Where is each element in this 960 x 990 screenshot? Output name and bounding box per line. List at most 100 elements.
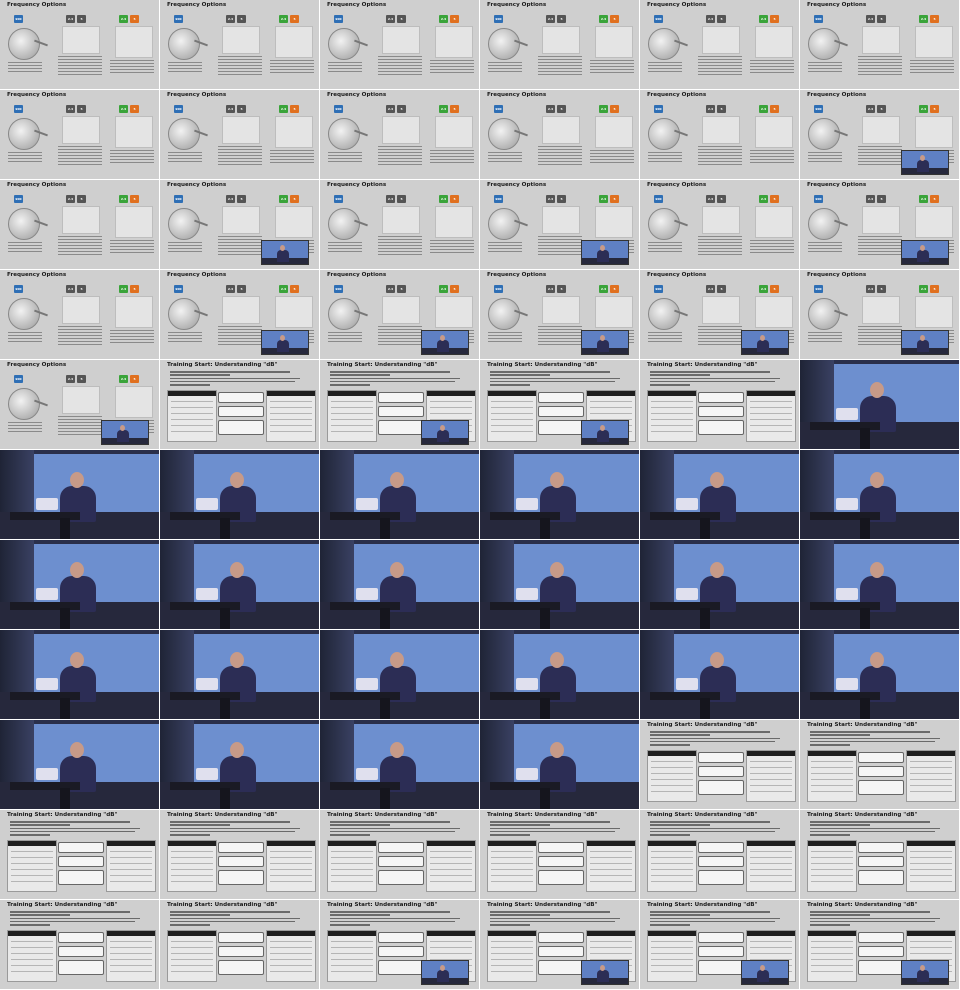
db-slide-thumbnail[interactable]: Training Start: Understanding "dB" (480, 360, 639, 449)
video-frame-thumbnail[interactable] (800, 360, 959, 449)
db-slide-thumbnail[interactable]: Training Start: Understanding "dB" (480, 900, 639, 989)
band-badge: 5 (557, 195, 566, 203)
video-frame-thumbnail[interactable] (640, 540, 799, 629)
db-slide-thumbnail[interactable]: Training Start: Understanding "dB" (160, 360, 319, 449)
frequency-slide-thumbnail[interactable]: Frequency Options 900 2.4 5 2.4 5 (640, 90, 799, 179)
frequency-slide-thumbnail[interactable]: Frequency Options 900 2.4 5 2.4 5 (0, 270, 159, 359)
podium-stand (220, 698, 230, 719)
video-frame-thumbnail[interactable] (480, 540, 639, 629)
frequency-slide-thumbnail[interactable]: Frequency Options 900 2.4 5 2.4 5 (480, 270, 639, 359)
db-table (746, 840, 796, 892)
band-badge: 5 (877, 195, 886, 203)
band-badge: 2.4 (759, 195, 768, 203)
video-frame-thumbnail[interactable] (160, 630, 319, 719)
frequency-slide-thumbnail[interactable]: Frequency Options 900 2.4 5 2.4 5 (800, 90, 959, 179)
frequency-slide-thumbnail[interactable]: Frequency Options 900 2.4 5 2.4 5 (640, 270, 799, 359)
frequency-slide-thumbnail[interactable]: Frequency Options 900 2.4 5 2.4 5 (640, 0, 799, 89)
frequency-slide-thumbnail[interactable]: Frequency Options 900 2.4 5 2.4 5 (0, 0, 159, 89)
video-frame-thumbnail[interactable] (800, 450, 959, 539)
frequency-slide-thumbnail[interactable]: Frequency Options 900 2.4 5 2.4 5 (480, 0, 639, 89)
frequency-slide-thumbnail[interactable]: Frequency Options 900 2.4 5 2.4 5 (160, 0, 319, 89)
video-frame-thumbnail[interactable] (0, 540, 159, 629)
video-frame-thumbnail[interactable] (320, 450, 479, 539)
frequency-slide-thumbnail[interactable]: Frequency Options 900 2.4 5 2.4 5 (0, 90, 159, 179)
band-badge: 2.4 (279, 15, 288, 23)
slide-title: Training Start: Understanding "dB" (807, 812, 918, 818)
frequency-slide-thumbnail[interactable]: Frequency Options 900 2.4 5 2.4 5 (160, 90, 319, 179)
band-badge: 2.4 (866, 285, 875, 293)
callout-box (858, 856, 904, 867)
db-slide-thumbnail[interactable]: Training Start: Understanding "dB" (640, 720, 799, 809)
video-frame-thumbnail[interactable] (800, 540, 959, 629)
radio-device-icon (62, 116, 100, 144)
text-block (110, 240, 154, 255)
db-slide-thumbnail[interactable]: Training Start: Understanding "dB" (320, 360, 479, 449)
frequency-slide-thumbnail[interactable]: Frequency Options 900 2.4 5 2.4 5 (320, 0, 479, 89)
presenter-inset (901, 240, 949, 265)
db-slide-thumbnail[interactable]: Training Start: Understanding "dB" (320, 900, 479, 989)
frequency-slide-thumbnail[interactable]: Frequency Options 900 2.4 5 2.4 5 (800, 180, 959, 269)
frequency-slide-thumbnail[interactable]: Frequency Options 900 2.4 5 2.4 5 (480, 180, 639, 269)
db-slide-thumbnail[interactable]: Training Start: Understanding "dB" (160, 810, 319, 899)
frequency-slide-thumbnail[interactable]: Frequency Options 900 2.4 5 2.4 5 (640, 180, 799, 269)
video-frame-thumbnail[interactable] (0, 450, 159, 539)
db-slide-thumbnail[interactable]: Training Start: Understanding "dB" (800, 720, 959, 809)
dish-antenna-icon (328, 298, 360, 330)
slide-title: Training Start: Understanding "dB" (647, 902, 758, 908)
video-frame-thumbnail[interactable] (480, 450, 639, 539)
video-frame-thumbnail[interactable] (0, 720, 159, 809)
video-frame-thumbnail[interactable] (160, 540, 319, 629)
video-frame-thumbnail[interactable] (160, 720, 319, 809)
presenter-inset (421, 420, 469, 445)
frequency-slide-thumbnail[interactable]: Frequency Options 900 2.4 5 2.4 5 (160, 270, 319, 359)
band-badge: 5 (557, 105, 566, 113)
frequency-slide-thumbnail[interactable]: Frequency Options 900 2.4 5 2.4 5 (800, 270, 959, 359)
dish-antenna-icon (808, 298, 840, 330)
db-slide-thumbnail[interactable]: Training Start: Understanding "dB" (640, 900, 799, 989)
band-badge: 2.4 (919, 285, 928, 293)
db-slide-thumbnail[interactable]: Training Start: Understanding "dB" (0, 810, 159, 899)
db-slide-thumbnail[interactable]: Training Start: Understanding "dB" (480, 810, 639, 899)
bullet-text (10, 821, 150, 837)
dish-antenna-icon (808, 118, 840, 150)
video-frame-thumbnail[interactable] (0, 630, 159, 719)
text-block (328, 332, 362, 344)
frequency-slide-thumbnail[interactable]: Frequency Options 900 2.4 5 2.4 5 (320, 180, 479, 269)
band-badge: 2.4 (279, 105, 288, 113)
callout-box (58, 856, 104, 867)
video-frame-thumbnail[interactable] (800, 630, 959, 719)
frequency-slide-thumbnail[interactable]: Frequency Options 900 2.4 5 2.4 5 (320, 270, 479, 359)
video-frame-thumbnail[interactable] (160, 450, 319, 539)
video-frame-thumbnail[interactable] (640, 630, 799, 719)
frequency-slide-thumbnail[interactable]: Frequency Options 900 2.4 5 2.4 5 (480, 90, 639, 179)
db-slide-thumbnail[interactable]: Training Start: Understanding "dB" (640, 810, 799, 899)
db-slide-thumbnail[interactable]: Training Start: Understanding "dB" (640, 360, 799, 449)
callout-box (698, 960, 744, 975)
radio-device-icon (435, 26, 473, 58)
frequency-slide-thumbnail[interactable]: Frequency Options 900 2.4 5 2.4 5 (320, 90, 479, 179)
radio-device-icon (702, 206, 740, 234)
frequency-slide-thumbnail[interactable]: Frequency Options 900 2.4 5 2.4 5 (160, 180, 319, 269)
video-frame-thumbnail[interactable] (480, 720, 639, 809)
band-badge: 5 (930, 285, 939, 293)
text-block (110, 60, 154, 75)
db-slide-thumbnail[interactable]: Training Start: Understanding "dB" (320, 810, 479, 899)
band-badge: 2.4 (759, 15, 768, 23)
podium-stand (220, 788, 230, 809)
video-frame-thumbnail[interactable] (640, 450, 799, 539)
db-slide-thumbnail[interactable]: Training Start: Understanding "dB" (800, 810, 959, 899)
radio-device-icon (115, 26, 153, 58)
db-slide-thumbnail[interactable]: Training Start: Understanding "dB" (0, 900, 159, 989)
video-frame-thumbnail[interactable] (320, 720, 479, 809)
video-frame-thumbnail[interactable] (320, 540, 479, 629)
frequency-slide-thumbnail[interactable]: Frequency Options 900 2.4 5 2.4 5 (800, 0, 959, 89)
db-slide-thumbnail[interactable]: Training Start: Understanding "dB" (800, 900, 959, 989)
band-badge: 5 (237, 285, 246, 293)
frequency-slide-thumbnail[interactable]: Frequency Options 900 2.4 5 2.4 5 (0, 360, 159, 449)
slide-title: Frequency Options (327, 2, 387, 8)
video-frame-thumbnail[interactable] (320, 630, 479, 719)
db-slide-thumbnail[interactable]: Training Start: Understanding "dB" (160, 900, 319, 989)
frequency-slide-thumbnail[interactable]: Frequency Options 900 2.4 5 2.4 5 (0, 180, 159, 269)
video-frame-thumbnail[interactable] (480, 630, 639, 719)
text-block (808, 242, 842, 254)
